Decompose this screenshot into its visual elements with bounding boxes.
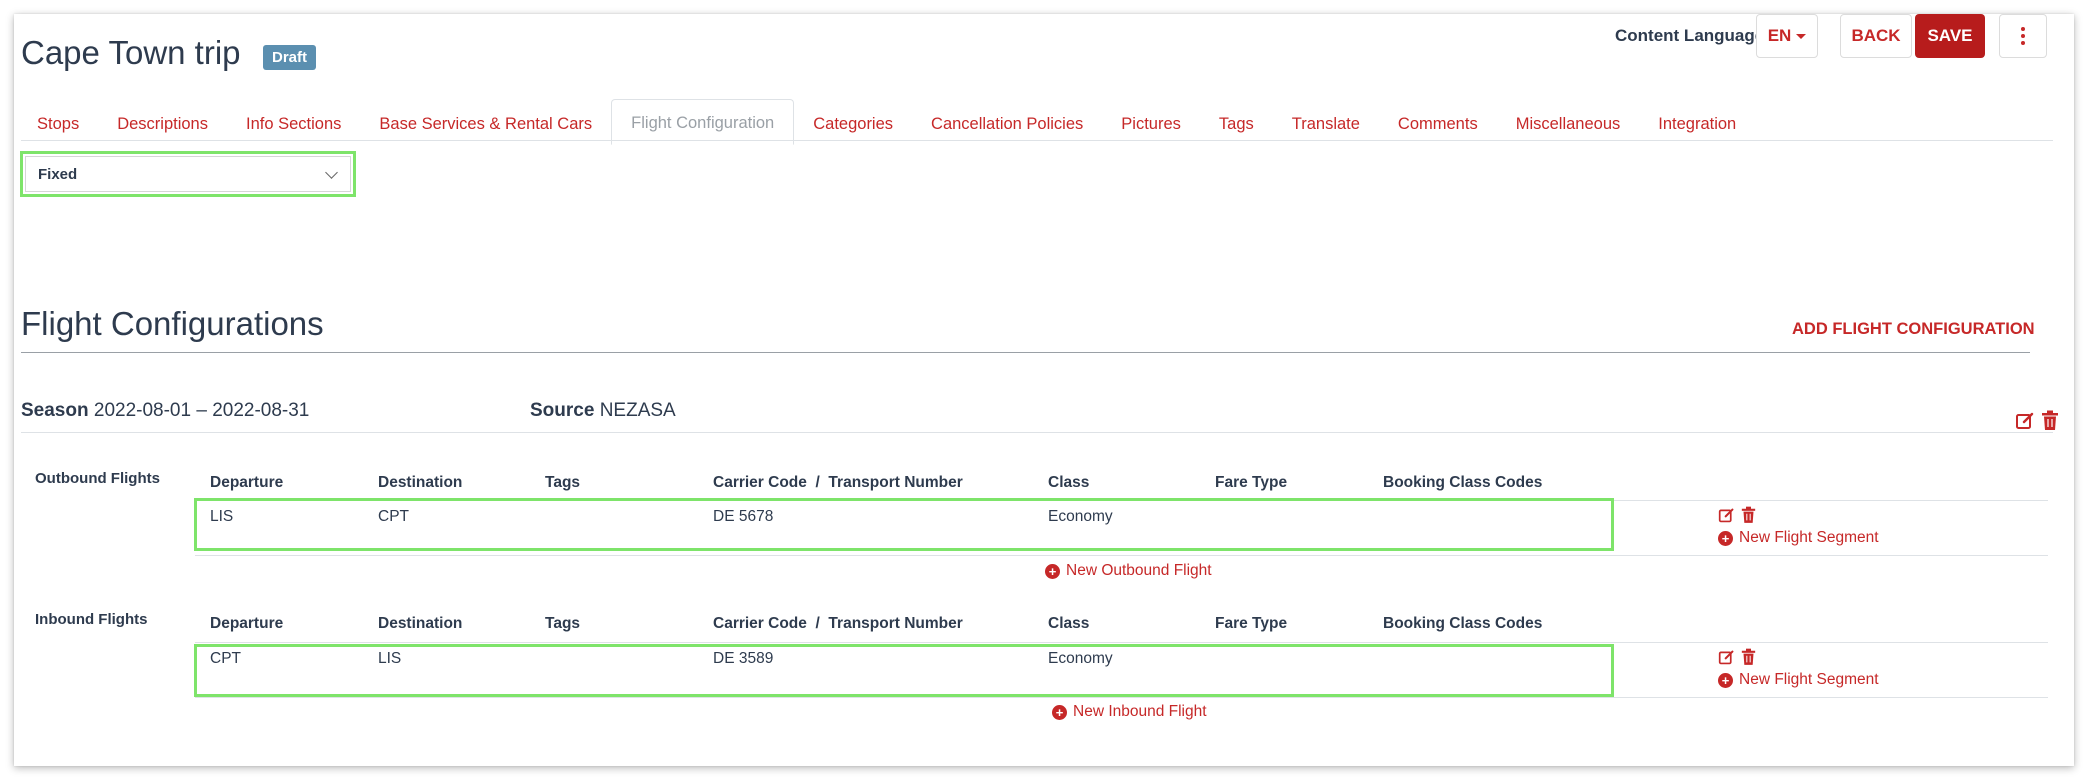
new-segment-label: New Flight Segment [1739,671,1879,688]
highlight-frame: Fixed [20,151,356,197]
tab-miscellaneous[interactable]: Miscellaneous [1497,104,1640,144]
tab-bar: Stops Descriptions Info Sections Base Se… [18,96,1755,145]
inbound-destination: LIS [378,650,402,667]
save-button[interactable]: SAVE [1915,14,1985,58]
edit-icon[interactable] [1718,649,1735,666]
section-title: Flight Configurations [21,305,324,342]
tab-pictures[interactable]: Pictures [1102,104,1200,144]
tabs-divider [21,140,2053,141]
edit-icon[interactable] [1718,507,1735,524]
inbound-carrier: DE 3589 [713,650,774,667]
new-outbound-flight-link[interactable]: + New Outbound Flight [1045,562,1212,580]
tab-stops[interactable]: Stops [18,104,98,144]
page-title: Cape Town trip [21,34,241,71]
outbound-row-actions [1718,506,1756,524]
plus-circle-icon: + [1045,563,1060,579]
column-header-destination: Destination [378,615,463,632]
kebab-menu-icon [2021,27,2025,45]
inbound-class: Economy [1048,650,1113,667]
row-divider [195,697,2048,698]
trash-icon[interactable] [1741,506,1756,524]
column-header-tags: Tags [545,474,581,491]
tab-info-sections[interactable]: Info Sections [227,104,360,144]
column-header-class: Class [1048,615,1090,632]
column-header-fare-type: Fare Type [1215,615,1288,632]
inbound-new-flight-segment-link[interactable]: + New Flight Segment [1718,671,1879,689]
column-header-carrier: Carrier Code / Transport Number [713,474,963,491]
column-header-fare-type: Fare Type [1215,474,1288,491]
trash-icon[interactable] [2041,410,2059,431]
language-dropdown[interactable]: EN [1756,14,1818,58]
column-header-class: Class [1048,474,1090,491]
inbound-flights-label: Inbound Flights [35,611,148,628]
tab-comments[interactable]: Comments [1379,104,1497,144]
column-header-departure: Departure [210,474,284,491]
row-divider [195,555,2048,556]
column-header-departure: Departure [210,615,284,632]
tab-categories[interactable]: Categories [794,104,912,144]
tab-translate[interactable]: Translate [1273,104,1379,144]
outbound-carrier: DE 5678 [713,508,774,525]
new-segment-label: New Flight Segment [1739,529,1879,546]
outbound-departure: LIS [210,508,234,525]
season-label: Season [21,400,89,421]
column-header-booking-class-codes: Booking Class Codes [1383,474,1543,491]
caret-down-icon [1796,33,1807,39]
outbound-destination: CPT [378,508,409,525]
season-info: Season 2022-08-01 – 2022-08-31 [21,400,309,422]
column-header-carrier: Carrier Code / Transport Number [713,615,963,632]
tab-descriptions[interactable]: Descriptions [98,104,227,144]
trash-icon[interactable] [1741,648,1756,666]
outbound-new-flight-segment-link[interactable]: + New Flight Segment [1718,529,1879,547]
status-badge: Draft [263,45,317,70]
inbound-flight-row[interactable] [194,644,1614,697]
inbound-departure: CPT [210,650,241,667]
column-header-tags: Tags [545,615,581,632]
back-button[interactable]: BACK [1840,14,1912,58]
tab-tags[interactable]: Tags [1200,104,1273,144]
tab-flight-configuration[interactable]: Flight Configuration [611,99,795,145]
tab-base-services[interactable]: Base Services & Rental Cars [360,104,611,144]
add-flight-configuration-button[interactable]: ADD FLIGHT CONFIGURATION [1792,320,2035,339]
chevron-down-icon [325,165,338,179]
source-label: Source [530,400,595,421]
tab-integration[interactable]: Integration [1639,104,1755,144]
source-info: Source NEZASA [530,400,676,422]
new-inbound-flight-link[interactable]: + New Inbound Flight [1052,703,1207,721]
column-header-destination: Destination [378,474,463,491]
header-divider [195,642,2048,643]
source-value: NEZASA [599,400,676,421]
new-inbound-flight-label: New Inbound Flight [1073,703,1207,720]
new-outbound-flight-label: New Outbound Flight [1066,562,1212,579]
outbound-class: Economy [1048,508,1113,525]
season-divider [21,432,2053,433]
content-language-label: Content Language [1615,26,1765,45]
column-header-booking-class-codes: Booking Class Codes [1383,615,1543,632]
plus-circle-icon: + [1052,704,1067,720]
edit-icon[interactable] [2015,411,2035,431]
plus-circle-icon: + [1718,672,1733,688]
flight-mode-select[interactable]: Fixed [25,156,351,192]
outbound-flights-label: Outbound Flights [35,470,160,487]
season-value: 2022-08-01 – 2022-08-31 [93,400,310,421]
language-value: EN [1767,26,1792,45]
inbound-row-actions [1718,648,1756,666]
section-divider [21,352,2030,353]
plus-circle-icon: + [1718,530,1733,546]
more-options-button[interactable] [1999,14,2047,58]
flight-mode-value: Fixed [38,165,78,183]
tab-cancellation-policies[interactable]: Cancellation Policies [912,104,1102,144]
configuration-actions [2015,410,2059,431]
